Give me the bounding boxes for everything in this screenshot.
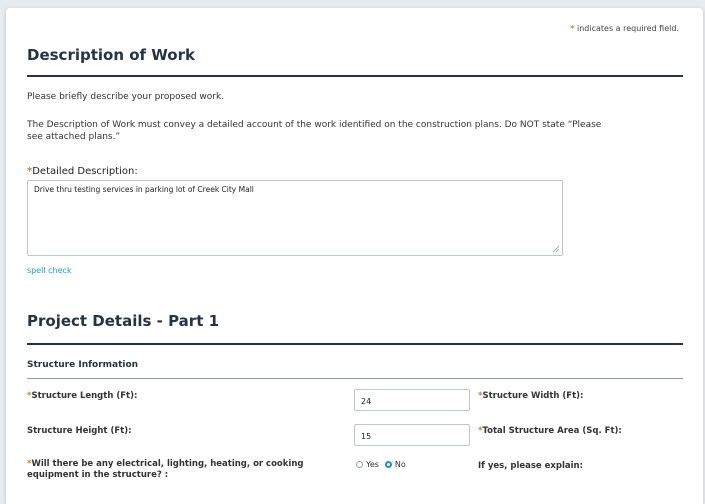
detailed-description-value: Drive thru testing services in parking l…	[34, 185, 254, 194]
description-divider	[27, 75, 683, 77]
radio-yes-label: Yes	[366, 460, 379, 469]
detailed-description-label: *Detailed Description:	[27, 166, 138, 177]
equipment-no-option[interactable]: No	[384, 460, 406, 469]
structure-information-heading: Structure Information	[27, 360, 139, 370]
equipment-question-line-2: equipment in the structure? :	[27, 470, 169, 480]
description-of-work-heading: Description of Work	[27, 46, 195, 64]
description-instructions: The Description of Work must convey a de…	[27, 119, 687, 143]
instructions-line-1: The Description of Work must convey a de…	[27, 120, 602, 130]
total-structure-area-label-text: Total Structure Area (Sq. Ft):	[482, 426, 622, 436]
form-page: * indicates a required field. Descriptio…	[6, 8, 703, 504]
detailed-description-textarea[interactable]: Drive thru testing services in parking l…	[27, 180, 563, 256]
project-details-heading: Project Details - Part 1	[27, 312, 220, 330]
required-field-note: * indicates a required field.	[570, 24, 679, 33]
structure-height-value: 15	[361, 432, 372, 441]
equipment-question-line-1: Will there be any electrical, lighting, …	[31, 459, 304, 469]
explain-label: If yes, please explain:	[478, 461, 584, 471]
structure-length-input[interactable]: 24	[354, 389, 470, 411]
instructions-line-2: see attached plans.”	[27, 132, 121, 142]
spell-check-link[interactable]: spell check	[27, 266, 72, 275]
description-intro: Please briefly describe your proposed wo…	[27, 92, 225, 102]
structure-height-label: Structure Height (Ft):	[27, 426, 132, 436]
required-note-text: indicates a required field.	[574, 24, 679, 33]
equipment-question-label: *Will there be any electrical, lighting,…	[27, 459, 327, 481]
radio-no-label: No	[394, 460, 406, 469]
structure-width-label: *Structure Width (Ft):	[478, 391, 583, 402]
project-details-divider	[27, 343, 683, 345]
detailed-description-label-text: Detailed Description:	[32, 166, 138, 177]
total-structure-area-label: *Total Structure Area (Sq. Ft):	[478, 426, 622, 437]
structure-length-label: *Structure Length (Ft):	[27, 391, 137, 402]
structure-length-label-text: Structure Length (Ft):	[31, 391, 138, 401]
equipment-radio-group: Yes No	[356, 460, 412, 469]
resize-grip-icon[interactable]	[552, 245, 560, 253]
structure-information-divider	[27, 378, 683, 379]
structure-length-value: 24	[361, 397, 372, 406]
radio-no-selected[interactable]	[384, 461, 392, 468]
equipment-yes-option[interactable]: Yes	[356, 460, 379, 469]
structure-height-input[interactable]: 15	[354, 424, 470, 446]
structure-width-label-text: Structure Width (Ft):	[482, 391, 584, 401]
radio-yes[interactable]	[356, 461, 363, 468]
